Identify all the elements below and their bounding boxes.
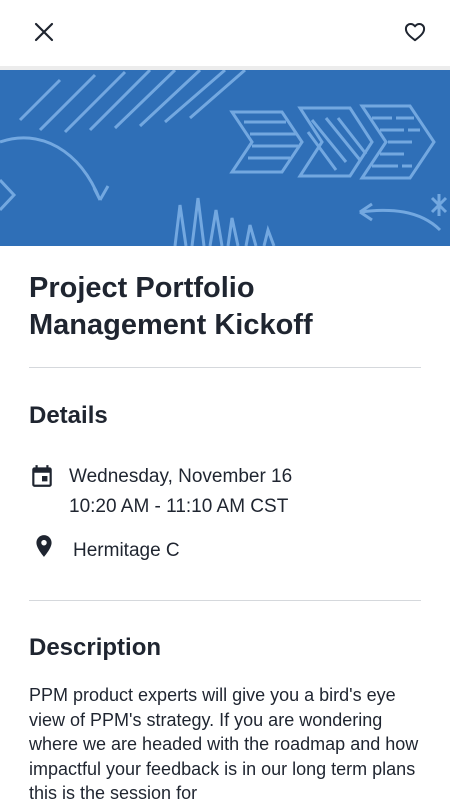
event-time: 10:20 AM - 11:10 AM CST xyxy=(69,496,289,517)
top-bar xyxy=(0,0,450,66)
event-title: Project Portfolio Management Kickoff xyxy=(29,272,313,341)
details-heading: Details xyxy=(29,402,108,429)
event-banner-image xyxy=(0,70,450,246)
event-location: Hermitage C xyxy=(29,535,180,566)
close-icon xyxy=(34,22,54,42)
event-date: Wednesday, November 16 xyxy=(69,466,293,487)
description-heading: Description xyxy=(29,634,162,661)
location-pin-icon xyxy=(36,535,52,557)
event-date-time: Wednesday, November 16 10:20 AM - 11:10 … xyxy=(29,462,292,522)
event-location-name: Hermitage C xyxy=(73,540,180,561)
close-button[interactable] xyxy=(24,12,64,52)
divider xyxy=(29,600,421,601)
favorite-button[interactable] xyxy=(395,12,435,52)
heart-outline-icon xyxy=(404,23,426,42)
divider xyxy=(29,367,421,368)
calendar-icon xyxy=(32,465,52,487)
description-text: PPM product experts will give you a bird… xyxy=(29,685,419,803)
